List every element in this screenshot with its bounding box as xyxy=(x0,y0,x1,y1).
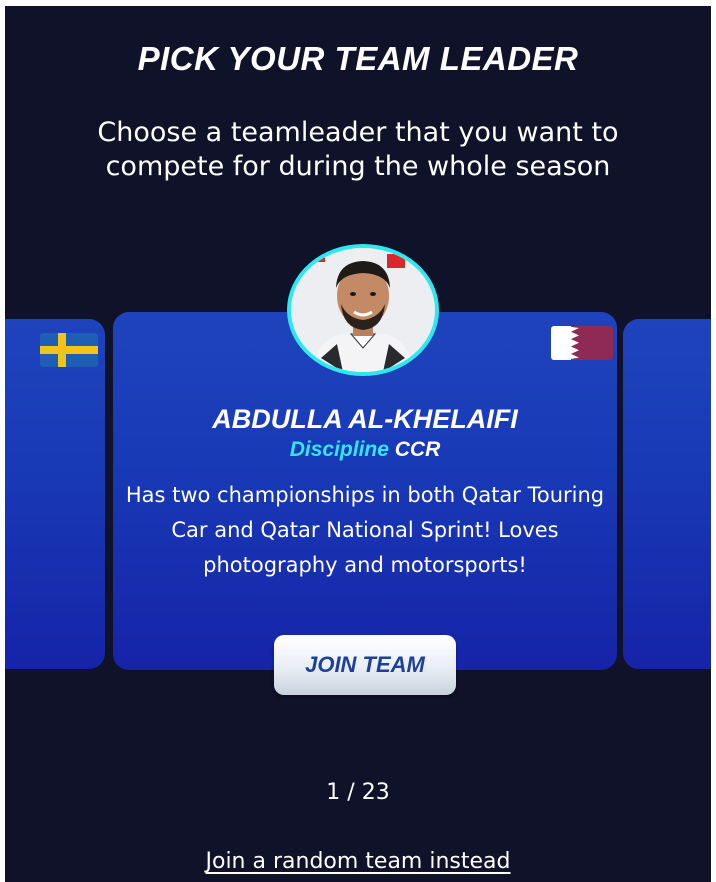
screen: PICK YOUR TEAM LEADER Choose a teamleade… xyxy=(5,6,711,882)
page-subtitle: Choose a teamleader that you want to com… xyxy=(97,117,619,182)
carousel-pager: 1 / 23 xyxy=(326,780,390,805)
leader-avatar xyxy=(287,244,439,376)
leader-discipline: Discipline CCR xyxy=(113,438,617,462)
join-random-team-link[interactable]: Join a random team instead xyxy=(5,849,711,874)
qatar-flag-icon xyxy=(551,326,613,360)
previous-leader-card[interactable]: id onship Rally ves to xyxy=(5,319,105,669)
join-team-button[interactable]: JOIN TEAM xyxy=(274,635,456,695)
sweden-flag-icon xyxy=(40,333,98,367)
next-leader-card[interactable]: AD The w the FIA in Po xyxy=(623,319,711,669)
leader-description: Has two championships in both Qatar Tour… xyxy=(125,483,605,577)
page-title: PICK YOUR TEAM LEADER xyxy=(137,40,579,77)
discipline-value: CCR xyxy=(394,438,441,461)
discipline-label: Discipline xyxy=(289,438,389,461)
leader-name: ABDULLA AL-KHELAIFI xyxy=(212,404,518,434)
